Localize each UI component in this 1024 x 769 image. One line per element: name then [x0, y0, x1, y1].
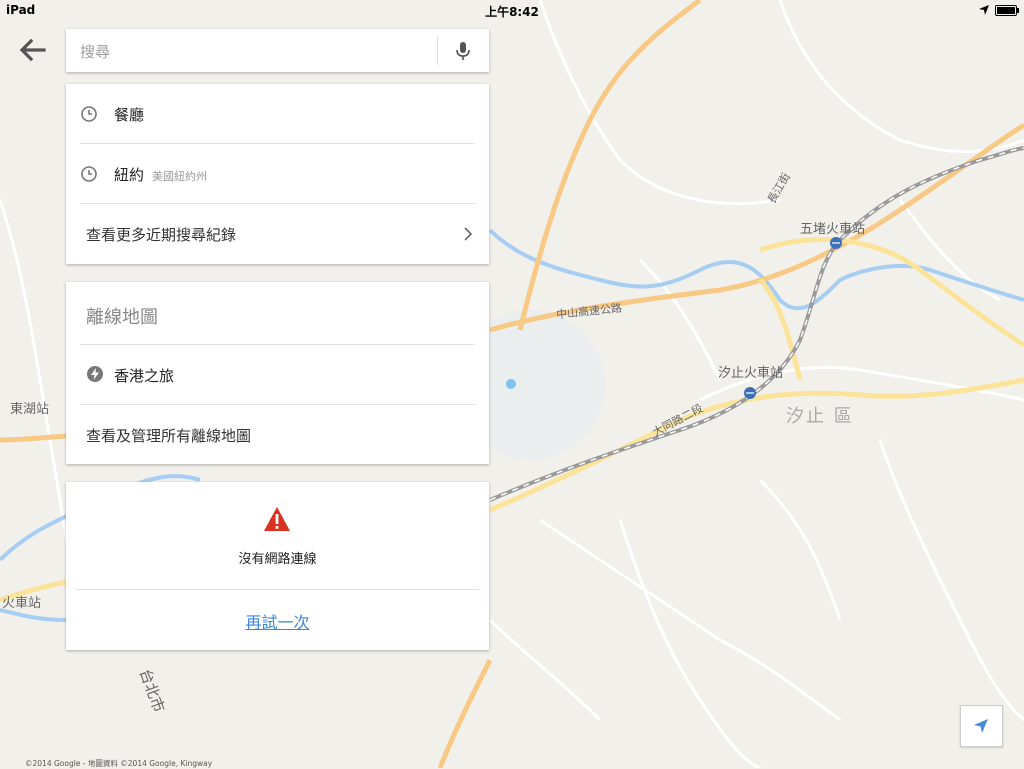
- retry-link[interactable]: 再試一次: [66, 609, 489, 633]
- map-label-donghu-station: 東湖站: [10, 402, 50, 417]
- map-copyright: ©2014 Google - 地圖資料 ©2014 Google, Kingwa…: [25, 759, 213, 768]
- microphone-icon[interactable]: [454, 41, 472, 61]
- recent-searches-panel: 餐廳 紐約 美國紐約州 查看更多近期搜尋紀錄: [66, 84, 489, 264]
- search-divider: [437, 36, 438, 65]
- search-input[interactable]: 搜尋: [80, 41, 110, 62]
- map-label-xizhi-district: 汐止 區: [786, 406, 854, 427]
- more-recent-searches-link[interactable]: 查看更多近期搜尋紀錄: [66, 204, 489, 264]
- recent-item[interactable]: 餐廳: [66, 84, 489, 144]
- status-time: 上午8:42: [485, 5, 539, 19]
- recent-item-title: 紐約: [114, 166, 145, 184]
- map-label-wudu-station: 五堵火車站: [800, 222, 866, 237]
- battery-level: [997, 7, 1015, 14]
- recent-item-label: 餐廳: [114, 106, 145, 124]
- offline-map-label: 香港之旅: [114, 367, 175, 385]
- offline-maps-panel: 離線地圖 香港之旅 查看及管理所有離線地圖: [66, 282, 489, 464]
- history-clock-icon: [81, 106, 97, 122]
- status-bar: iPad 上午8:42: [0, 0, 1024, 20]
- back-arrow-icon[interactable]: [14, 32, 50, 68]
- recent-item-subtitle: 美國紐約州: [152, 170, 208, 183]
- battery-icon: [995, 5, 1019, 16]
- map-label-train-station-left: 火車站: [2, 596, 42, 611]
- offline-map-item[interactable]: 香港之旅: [66, 345, 489, 405]
- my-location-button[interactable]: [960, 705, 1003, 747]
- location-arrow-icon: [979, 5, 989, 15]
- chevron-right-icon: [464, 227, 473, 241]
- error-message: 沒有網路連線: [238, 552, 317, 567]
- offline-maps-title: 離線地圖: [86, 307, 158, 328]
- search-box[interactable]: 搜尋: [66, 29, 489, 72]
- history-clock-icon: [81, 166, 97, 182]
- offline-maps-header: 離線地圖: [66, 282, 489, 345]
- more-recent-searches-label: 查看更多近期搜尋紀錄: [86, 226, 237, 244]
- map-label-xizhi-station: 汐止火車站: [718, 366, 784, 381]
- manage-offline-maps-label: 查看及管理所有離線地圖: [86, 427, 252, 445]
- lightning-bolt-icon: [87, 366, 103, 382]
- manage-offline-maps-link[interactable]: 查看及管理所有離線地圖: [66, 405, 489, 465]
- divider: [76, 589, 479, 590]
- network-error-panel: 沒有網路連線 再試一次: [66, 482, 489, 650]
- navigation-arrow-icon: [974, 719, 988, 733]
- warning-icon: [264, 507, 290, 531]
- recent-item-label: 紐約 美國紐約州: [114, 164, 207, 185]
- recent-item[interactable]: 紐約 美國紐約州: [66, 144, 489, 204]
